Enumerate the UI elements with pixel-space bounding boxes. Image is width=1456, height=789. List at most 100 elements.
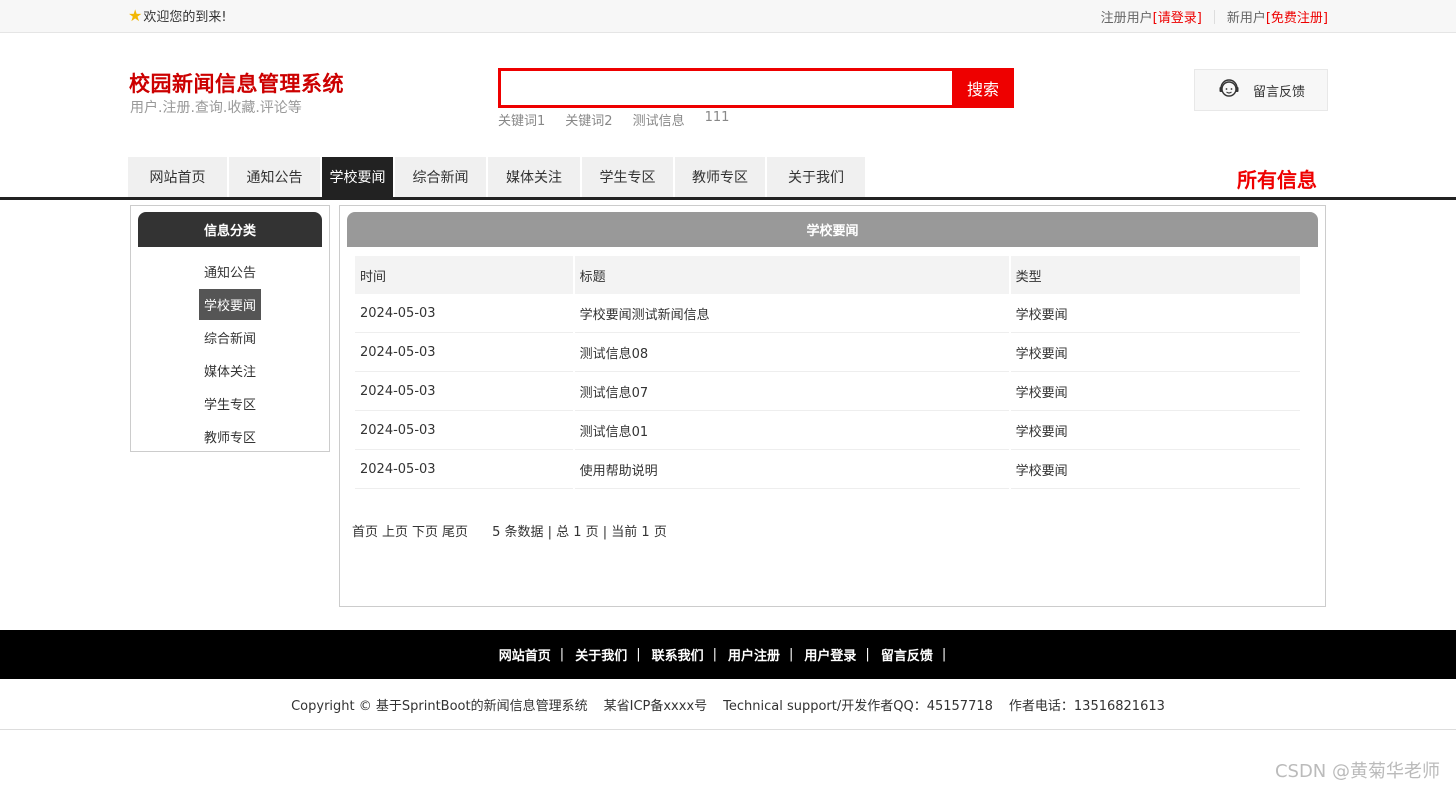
copyright-text: Copyright © 基于SprintBoot的新闻信息管理系统	[291, 698, 588, 714]
sidebar-item-media[interactable]: 媒体关注	[131, 354, 329, 387]
news-panel: 学校要闻 时间 标题 类型 2024-05-03 学校要闻测试新闻信息 学校要闻…	[339, 205, 1326, 607]
hot-keyword-link[interactable]: 关键词1	[498, 110, 545, 129]
footer-separator: |	[636, 647, 641, 662]
table-row: 2024-05-03 测试信息01 学校要闻	[355, 411, 1300, 450]
all-info-link[interactable]: 所有信息	[1237, 164, 1317, 193]
cell-type: 学校要闻	[1010, 450, 1300, 489]
column-header-time: 时间	[355, 256, 573, 294]
cell-title-link[interactable]: 使用帮助说明	[574, 450, 1009, 489]
footer-separator: |	[941, 647, 947, 662]
sidebar-item-label: 媒体关注	[203, 365, 256, 380]
sidebar-item-label: 教师专区	[203, 431, 256, 446]
sidebar-item-label: 综合新闻	[203, 332, 256, 347]
csdn-watermark: CSDN @黄菊华老师	[1274, 761, 1440, 782]
panel-title: 学校要闻	[347, 212, 1318, 247]
welcome-message: ★ 欢迎您的到来!	[128, 6, 227, 25]
nav-divider	[0, 197, 1456, 200]
news-table: 时间 标题 类型 2024-05-03 学校要闻测试新闻信息 学校要闻 2024…	[353, 256, 1302, 489]
top-links: 注册用户 [请登录] 新用户 [免费注册]	[1101, 7, 1328, 26]
category-sidebar: 信息分类 通知公告 学校要闻 综合新闻 媒体关注 学生专区 教师专区	[130, 205, 330, 452]
login-link[interactable]: [请登录]	[1153, 7, 1202, 26]
sidebar-item-teachers[interactable]: 教师专区	[131, 420, 329, 453]
copyright-bar: Copyright © 基于SprintBoot的新闻信息管理系统 某省ICP备…	[0, 679, 1456, 730]
nav-item-students[interactable]: 学生专区	[582, 157, 675, 197]
top-divider	[1213, 9, 1215, 24]
next-page-link[interactable]: 下页	[412, 521, 438, 540]
register-link[interactable]: [免费注册]	[1266, 7, 1328, 26]
hot-keyword-link[interactable]: 111	[705, 110, 730, 129]
main-nav: 网站首页 通知公告 学校要闻 综合新闻 媒体关注 学生专区 教师专区 关于我们	[128, 157, 867, 197]
registered-user-label: 注册用户	[1100, 11, 1153, 26]
footer-link-feedback[interactable]: 留言反馈	[881, 645, 933, 664]
nav-item-home[interactable]: 网站首页	[128, 157, 229, 197]
table-header-row: 时间 标题 类型	[355, 256, 1300, 294]
sidebar-item-school-news[interactable]: 学校要闻	[131, 288, 329, 321]
sidebar-item-general-news[interactable]: 综合新闻	[131, 321, 329, 354]
customer-service-icon	[1217, 76, 1241, 104]
footer-link-contact[interactable]: 联系我们	[652, 645, 704, 664]
footer-nav: 网站首页 | 关于我们 | 联系我们 | 用户注册 | 用户登录 | 留言反馈 |	[0, 630, 1456, 679]
hot-keywords: 关键词1 关键词2 测试信息 111	[498, 110, 729, 129]
cell-type: 学校要闻	[1010, 333, 1300, 372]
cell-title-link[interactable]: 学校要闻测试新闻信息	[574, 294, 1009, 333]
hot-keyword-link[interactable]: 关键词2	[565, 110, 612, 129]
sidebar-item-label: 通知公告	[203, 266, 256, 281]
site-title[interactable]: 校园新闻信息管理系统	[129, 68, 344, 98]
site-subtitle: 用户.注册.查询.收藏.评论等	[130, 100, 302, 116]
top-bar: ★ 欢迎您的到来! 注册用户 [请登录] 新用户 [免费注册]	[0, 0, 1456, 33]
nav-item-school-news[interactable]: 学校要闻	[322, 157, 395, 197]
cell-date: 2024-05-03	[355, 333, 573, 372]
star-icon: ★	[128, 5, 143, 25]
last-page-link[interactable]: 尾页	[442, 521, 468, 540]
cell-date: 2024-05-03	[355, 450, 573, 489]
table-row: 2024-05-03 学校要闻测试新闻信息 学校要闻	[355, 294, 1300, 333]
search-input[interactable]	[501, 71, 952, 105]
cell-type: 学校要闻	[1010, 372, 1300, 411]
footer-link-home[interactable]: 网站首页	[499, 645, 551, 664]
table-row: 2024-05-03 测试信息08 学校要闻	[355, 333, 1300, 372]
pagination: 首页 上页 下页 尾页 5 条数据 | 总 1 页 | 当前 1 页	[352, 521, 667, 540]
prev-page-link[interactable]: 上页	[382, 521, 408, 540]
new-user-label: 新用户	[1226, 11, 1266, 26]
cell-date: 2024-05-03	[355, 294, 573, 333]
hot-keyword-link[interactable]: 测试信息	[633, 110, 685, 129]
table-row: 2024-05-03 测试信息07 学校要闻	[355, 372, 1300, 411]
footer-link-register[interactable]: 用户注册	[728, 645, 780, 664]
sidebar-item-students[interactable]: 学生专区	[131, 387, 329, 420]
cell-title-link[interactable]: 测试信息01	[574, 411, 1009, 450]
support-text: Technical support/开发作者QQ：45157718	[723, 698, 993, 714]
pagination-info: 5 条数据 | 总 1 页 | 当前 1 页	[492, 525, 667, 540]
cell-date: 2024-05-03	[355, 372, 573, 411]
column-header-type: 类型	[1010, 256, 1300, 294]
footer-link-login[interactable]: 用户登录	[804, 645, 856, 664]
search-button[interactable]: 搜索	[952, 68, 1014, 108]
category-list: 通知公告 学校要闻 综合新闻 媒体关注 学生专区 教师专区	[131, 255, 329, 453]
feedback-label: 留言反馈	[1252, 84, 1305, 100]
table-row: 2024-05-03 使用帮助说明 学校要闻	[355, 450, 1300, 489]
first-page-link[interactable]: 首页	[352, 521, 378, 540]
footer-separator: |	[789, 647, 794, 662]
cell-title-link[interactable]: 测试信息07	[574, 372, 1009, 411]
nav-item-media[interactable]: 媒体关注	[488, 157, 582, 197]
sidebar-item-label: 学校要闻	[198, 289, 261, 320]
cell-type: 学校要闻	[1010, 294, 1300, 333]
cell-type: 学校要闻	[1010, 411, 1300, 450]
nav-item-notices[interactable]: 通知公告	[229, 157, 322, 197]
footer-separator: |	[559, 647, 565, 662]
sidebar-item-label: 学生专区	[203, 398, 256, 413]
feedback-button[interactable]: 留言反馈	[1194, 69, 1328, 111]
nav-item-general-news[interactable]: 综合新闻	[395, 157, 488, 197]
footer-separator: |	[712, 647, 717, 662]
sidebar-title: 信息分类	[138, 212, 322, 247]
search-bar: 搜索	[498, 68, 1014, 108]
footer-link-about[interactable]: 关于我们	[575, 645, 627, 664]
cell-title-link[interactable]: 测试信息08	[574, 333, 1009, 372]
nav-item-about[interactable]: 关于我们	[767, 157, 867, 197]
phone-text: 作者电话：13516821613	[1008, 698, 1165, 714]
welcome-text: 欢迎您的到来!	[143, 10, 227, 25]
footer-separator: |	[865, 647, 870, 662]
sidebar-item-notices[interactable]: 通知公告	[131, 255, 329, 288]
nav-item-teachers[interactable]: 教师专区	[675, 157, 767, 197]
cell-date: 2024-05-03	[355, 411, 573, 450]
column-header-title: 标题	[574, 256, 1009, 294]
